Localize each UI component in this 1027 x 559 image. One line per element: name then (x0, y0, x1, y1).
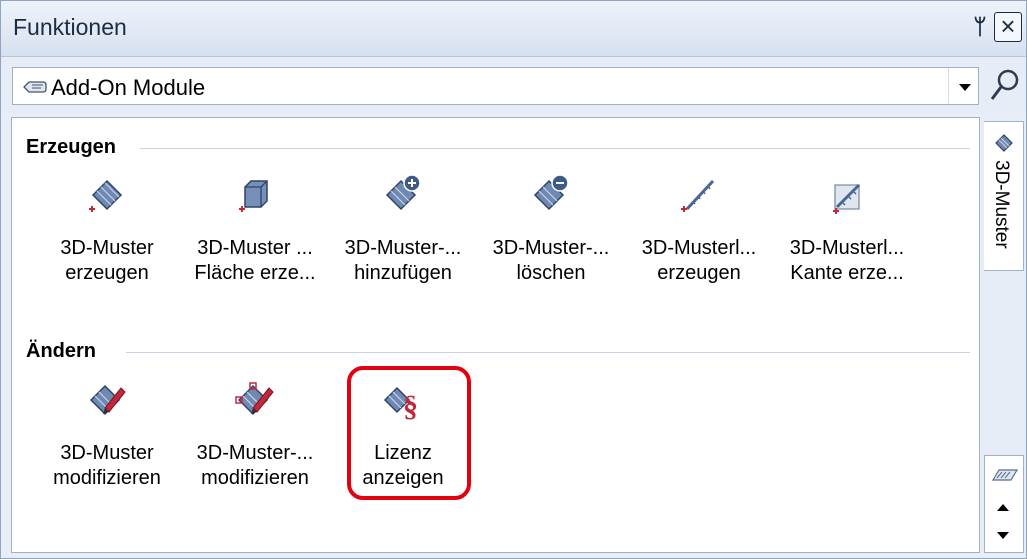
tool-3d-musterlinie-kante[interactable]: 3D-Musterl... Kante erze... (772, 173, 922, 286)
tool-3d-muster-hinzufuegen[interactable]: 3D-Muster-... hinzufügen (328, 173, 478, 286)
tool-label: 3D-Muster-... hinzufügen (344, 237, 462, 284)
scroll-control (984, 455, 1024, 553)
pattern-add-icon (385, 174, 421, 211)
pattern-point-modify-icon (235, 382, 274, 416)
tool-3d-muster-flaeche[interactable]: 3D-Muster ... Fläche erze... (180, 173, 330, 286)
tab-label: 3D-Muster (991, 160, 1012, 249)
tool-3d-muster-loeschen[interactable]: 3D-Muster-... löschen (476, 173, 626, 286)
tool-label: 3D-Musterl... Kante erze... (789, 237, 905, 284)
scroll-down-arrow-icon[interactable] (997, 532, 1009, 539)
tool-area: Erzeugen 3D-Muster erzeugen 3D-Muster ..… (11, 117, 980, 553)
pattern-line-edge-icon (833, 183, 861, 214)
tool-3d-muster-erzeugen[interactable]: 3D-Muster erzeugen (32, 173, 182, 286)
search-icon[interactable] (986, 65, 1022, 107)
tool-3d-musterlinie-erzeugen[interactable]: 3D-Musterl... erzeugen (624, 173, 774, 286)
group-divider (126, 352, 970, 353)
tool-label: 3D-Muster ... Fläche erze... (194, 237, 316, 284)
module-dropdown[interactable]: Add-On Module (12, 67, 979, 105)
title-bar: Funktionen ᛘ × (1, 1, 1026, 57)
group-title-aendern: Ändern (26, 340, 96, 362)
close-button[interactable]: × (994, 12, 1022, 42)
pattern-line-create-icon (681, 179, 715, 212)
tool-label: 3D-Muster-... löschen (492, 237, 610, 284)
tool-3d-musterpunkt-modifizieren[interactable]: 3D-Muster-... modifizieren (180, 378, 330, 491)
pattern-create-icon (89, 179, 123, 212)
hand-pointer-icon (23, 81, 47, 93)
side-tab-bar: 3D-Muster (982, 117, 1026, 553)
palette-icon[interactable] (991, 466, 1019, 484)
tool-label: 3D-Muster-... modifizieren (196, 442, 314, 489)
tab-3d-muster[interactable]: 3D-Muster (984, 121, 1024, 271)
pattern-delete-icon (533, 174, 569, 211)
module-selector-row: Add-On Module (1, 58, 1026, 114)
scroll-up-arrow-icon[interactable] (997, 504, 1009, 511)
tool-label: 3D-Muster erzeugen (60, 237, 154, 284)
panel-title: Funktionen (13, 14, 127, 40)
highlight-box (347, 366, 471, 500)
pattern-tab-icon (995, 134, 1013, 152)
dropdown-arrow-icon[interactable] (948, 68, 978, 104)
module-dropdown-value: Add-On Module (51, 75, 206, 100)
tool-label: 3D-Muster modifizieren (53, 442, 161, 489)
group-divider (140, 148, 970, 149)
pattern-modify-icon (89, 384, 126, 416)
tool-label: 3D-Musterl... erzeugen (641, 237, 757, 284)
functions-panel: Funktionen ᛘ × Add-On Module Erzeugen 3D… (0, 0, 1027, 559)
tool-3d-muster-modifizieren[interactable]: 3D-Muster modifizieren (32, 378, 182, 491)
pin-button[interactable]: ᛘ (969, 13, 991, 41)
group-title-erzeugen: Erzeugen (26, 136, 117, 158)
pattern-surface-icon (239, 180, 268, 212)
